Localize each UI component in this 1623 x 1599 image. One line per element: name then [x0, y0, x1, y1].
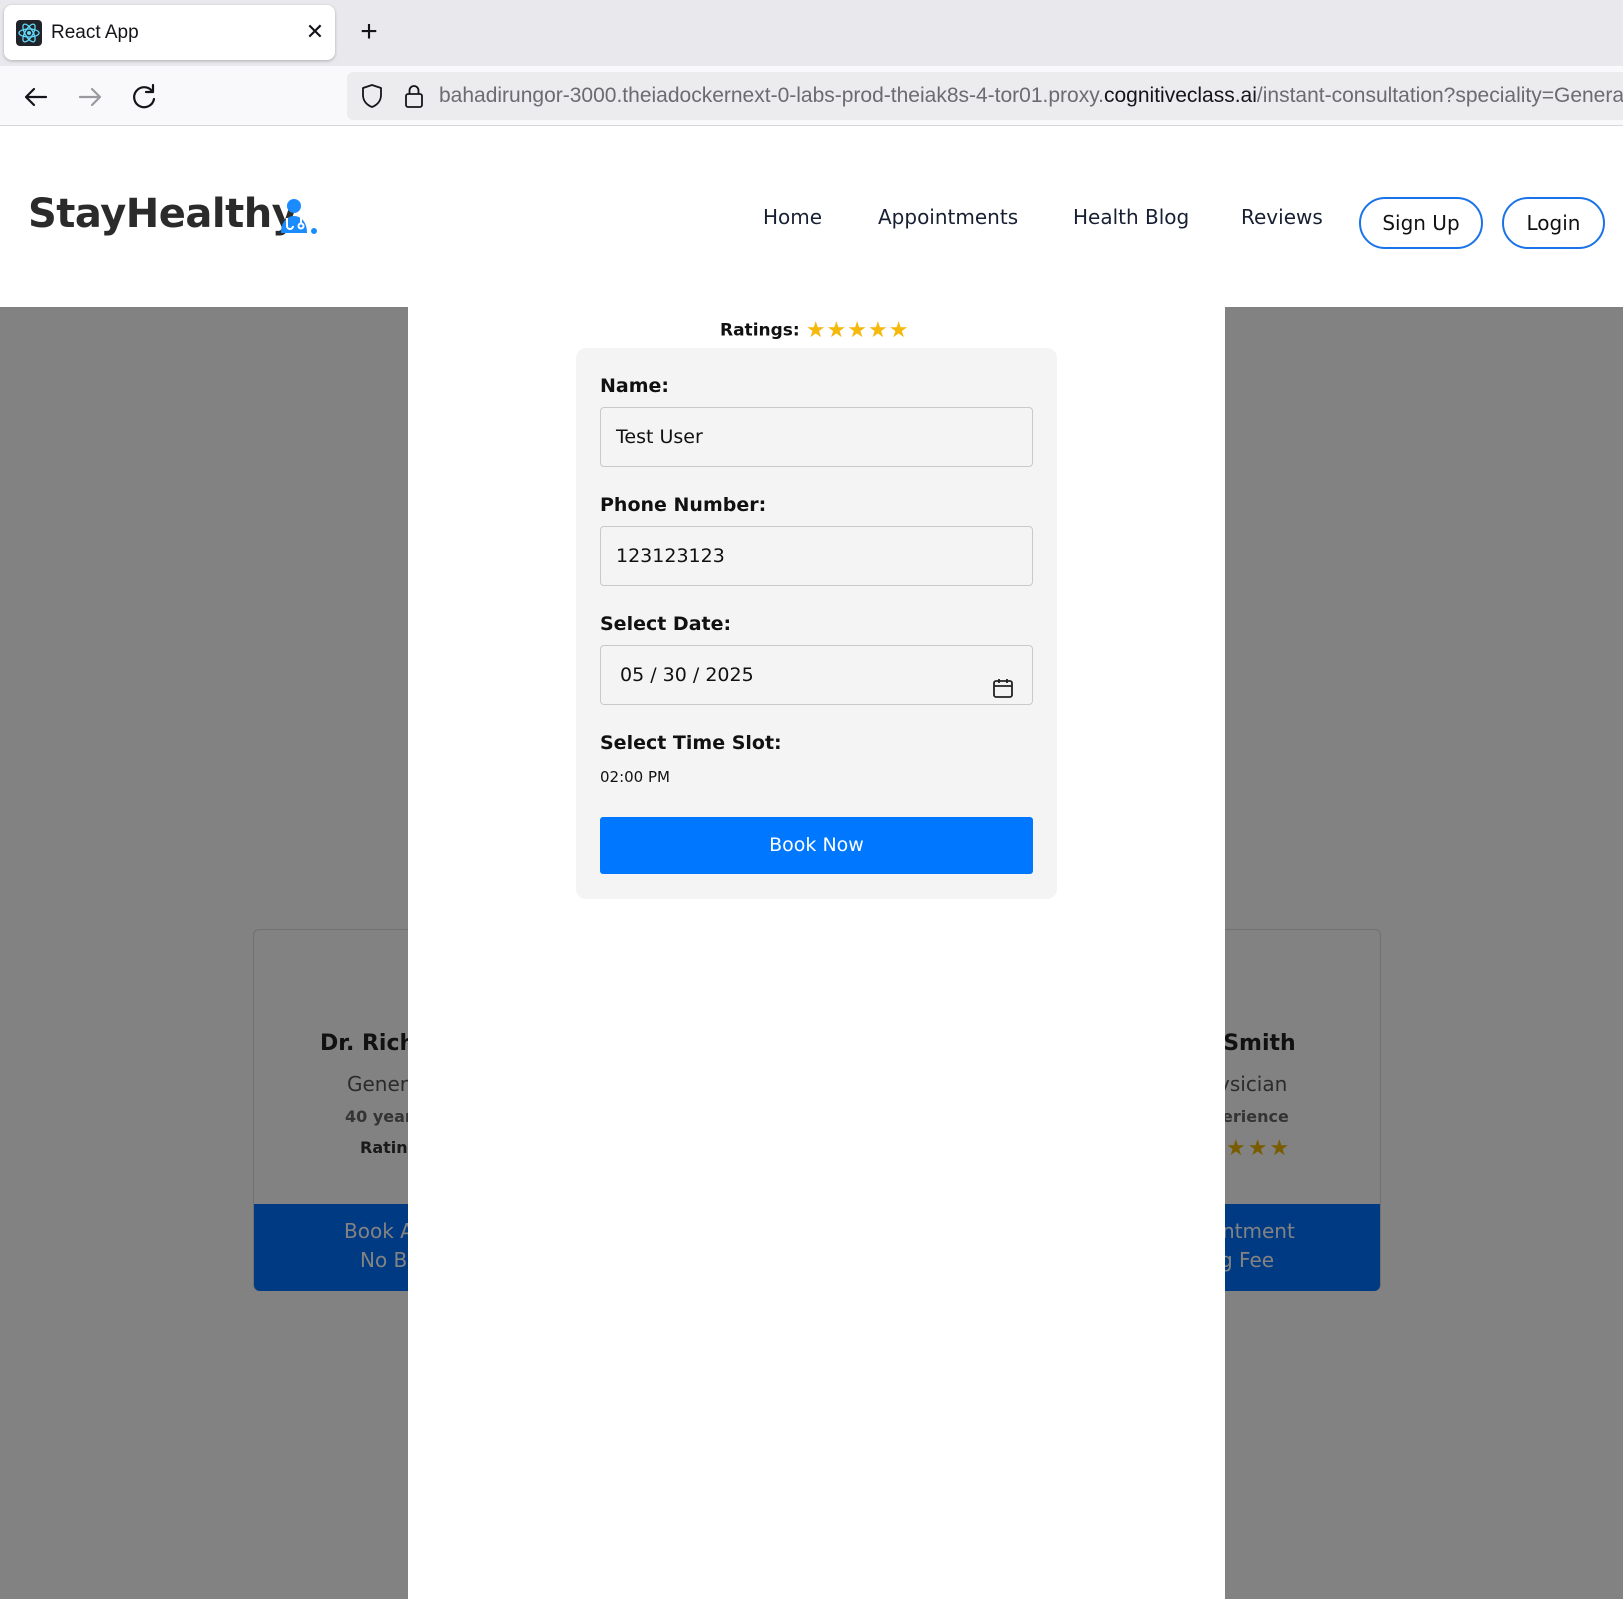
reload-icon[interactable] — [126, 79, 162, 115]
book-now-button[interactable]: Book Now — [600, 817, 1033, 874]
star-icon: ★ — [847, 318, 868, 343]
doctor-icon — [276, 197, 318, 237]
url-path: /instant-consultation?speciality=General — [1256, 84, 1623, 107]
star-icon: ★ — [868, 318, 888, 343]
star-icon: ★ — [888, 318, 909, 343]
time-slot-label: Select Time Slot: — [600, 732, 782, 754]
date-input[interactable]: 05 / 30 / 2025 — [600, 645, 1033, 705]
back-arrow-icon[interactable] — [18, 79, 54, 115]
browser-tab-strip: React App ✕ + — [0, 0, 1623, 66]
logo-text[interactable]: StayHealthy — [28, 191, 298, 237]
close-tab-icon[interactable]: ✕ — [300, 18, 330, 48]
shield-icon[interactable] — [359, 83, 385, 109]
calendar-icon[interactable] — [992, 664, 1014, 698]
react-favicon-icon — [16, 20, 42, 46]
nav-health-blog[interactable]: Health Blog — [1073, 205, 1189, 229]
login-button[interactable]: Login — [1502, 197, 1605, 249]
nav-reviews[interactable]: Reviews — [1241, 205, 1323, 229]
ratings-row: Ratings: ★★★★★ — [720, 318, 908, 343]
booking-modal: Ratings: ★★★★★ Name: Test User Phone Num… — [408, 307, 1225, 1599]
name-label: Name: — [600, 375, 670, 397]
browser-tab[interactable]: React App ✕ — [4, 5, 335, 60]
forward-arrow-icon[interactable] — [72, 79, 108, 115]
rating-stars: ★★★★★ — [805, 318, 909, 343]
time-slot-value[interactable]: 02:00 PM — [600, 768, 670, 786]
date-value: 05 / 30 / 2025 — [620, 664, 754, 686]
url-text[interactable]: bahadirungor-3000.theiadockernext-0-labs… — [439, 84, 1623, 108]
star-icon: ★ — [805, 318, 826, 343]
name-input[interactable]: Test User — [600, 407, 1033, 467]
date-label: Select Date: — [600, 613, 732, 635]
star-icon: ★ — [826, 318, 847, 343]
ratings-label: Ratings: — [720, 320, 800, 341]
browser-toolbar: bahadirungor-3000.theiadockernext-0-labs… — [0, 66, 1623, 126]
url-prefix: bahadirungor-3000.theiadockernext-0-labs… — [439, 84, 1104, 107]
site-header: StayHealthy Home Appointments Health Blo… — [0, 127, 1623, 307]
sign-up-button[interactable]: Sign Up — [1359, 197, 1483, 249]
nav-appointments[interactable]: Appointments — [878, 205, 1018, 229]
tab-title: React App — [51, 22, 139, 43]
phone-label: Phone Number: — [600, 494, 767, 516]
booking-form: Name: Test User Phone Number: 123123123 … — [576, 348, 1057, 899]
phone-input[interactable]: 123123123 — [600, 526, 1033, 586]
lock-icon[interactable] — [401, 83, 427, 109]
new-tab-icon[interactable]: + — [352, 16, 386, 50]
url-host: cognitiveclass.ai — [1104, 84, 1257, 107]
address-bar[interactable]: bahadirungor-3000.theiadockernext-0-labs… — [347, 72, 1623, 120]
nav-home[interactable]: Home — [763, 205, 822, 229]
